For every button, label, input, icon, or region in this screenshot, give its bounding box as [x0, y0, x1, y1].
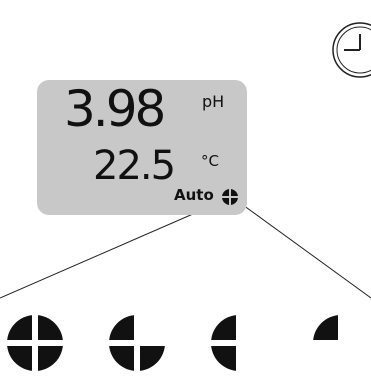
status-icon-4-quarters — [5, 313, 65, 373]
status-icon-2-quarters — [209, 313, 269, 373]
dial-icon — [332, 22, 371, 78]
mode-label: Auto — [174, 186, 214, 204]
temperature-unit: °C — [201, 152, 219, 170]
status-icon-3-quarters — [107, 313, 167, 373]
ph-value: 3.98 — [64, 80, 166, 138]
temperature-value: 22.5 — [93, 143, 176, 189]
lcd-display: 3.98 pH 22.5 °C Auto — [37, 80, 247, 215]
quadrant-status-icon — [221, 188, 239, 206]
status-icon-1-quarter — [311, 313, 371, 373]
ph-unit: pH — [202, 92, 225, 111]
